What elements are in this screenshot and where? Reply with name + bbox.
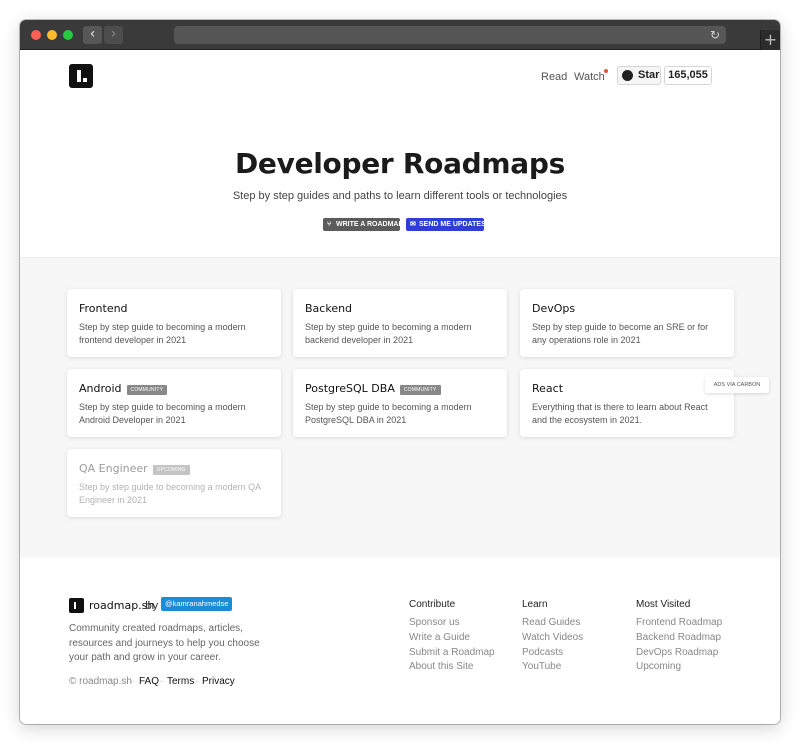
maximize-window-button[interactable] bbox=[63, 30, 73, 40]
upcoming-badge: UPCOMING bbox=[152, 465, 190, 475]
roadmap-card-android[interactable]: Android COMMUNITY Step by step guide to b… bbox=[67, 369, 281, 437]
author-handle-badge[interactable]: @kamranahmedse bbox=[161, 597, 233, 611]
card-title: PostgreSQL DBA COMMUNITY bbox=[305, 382, 441, 395]
card-description: Step by step guide to becoming a modern … bbox=[79, 482, 261, 505]
card-title: Backend bbox=[305, 302, 353, 315]
footer-column-contribute: Contribute Sponsor us Write a Guide Subm… bbox=[409, 599, 495, 675]
browser-titlebar: ‹ › ↻ + bbox=[20, 20, 780, 50]
star-label: Star bbox=[638, 69, 660, 81]
footer-link[interactable]: Submit a Roadmap bbox=[409, 646, 495, 661]
faq-link[interactable]: FAQ bbox=[139, 676, 159, 687]
write-roadmap-button[interactable]: ⑂ WRITE A ROADMAP bbox=[323, 218, 403, 231]
roadmap-logo[interactable] bbox=[69, 64, 93, 88]
column-heading: Most Visited bbox=[636, 599, 691, 610]
footer-link[interactable]: Watch Videos bbox=[522, 631, 583, 646]
roadmap-card-react[interactable]: React Everything that is there to learn … bbox=[520, 369, 734, 437]
send-updates-button[interactable]: ✉ SEND ME UPDATES bbox=[406, 218, 486, 231]
close-window-button[interactable] bbox=[31, 30, 41, 40]
roadmap-card-qa-engineer[interactable]: QA Engineer UPCOMING Step by step guide t… bbox=[67, 449, 281, 517]
card-description: Step by step guide to becoming a modern … bbox=[79, 402, 246, 425]
card-description: Step by step guide to becoming a modern … bbox=[305, 402, 472, 425]
minimize-window-button[interactable] bbox=[47, 30, 57, 40]
footer-by: by bbox=[145, 599, 159, 612]
privacy-link[interactable]: Privacy bbox=[202, 676, 235, 687]
footer-link[interactable]: About this Site bbox=[409, 660, 495, 675]
roadmap-grid: Frontend Step by step guide to becoming … bbox=[20, 257, 780, 558]
footer-link[interactable]: Podcasts bbox=[522, 646, 583, 661]
footer-link[interactable]: YouTube bbox=[522, 660, 583, 675]
footer-column-most-visited: Most Visited Frontend Roadmap Backend Ro… bbox=[636, 599, 722, 675]
forward-button[interactable]: › bbox=[104, 26, 123, 44]
new-tab-button[interactable]: + bbox=[760, 30, 780, 50]
community-badge: COMMUNITY bbox=[399, 385, 441, 395]
git-branch-icon: ⑂ bbox=[327, 221, 332, 228]
footer-link[interactable]: Write a Guide bbox=[409, 631, 495, 646]
roadmap-card-devops[interactable]: DevOps Step by step guide to become an S… bbox=[520, 289, 734, 357]
card-description: Step by step guide to becoming a modern … bbox=[79, 322, 246, 345]
separator-dot: · bbox=[160, 676, 164, 687]
github-star-button[interactable]: Star bbox=[617, 66, 661, 85]
community-badge: COMMUNITY bbox=[126, 385, 168, 395]
back-button[interactable]: ‹ bbox=[83, 26, 102, 44]
card-description: Step by step guide to become an SRE or f… bbox=[532, 322, 709, 345]
footer-link[interactable]: Backend Roadmap bbox=[636, 631, 722, 646]
terms-link[interactable]: Terms bbox=[167, 676, 194, 687]
footer-logo[interactable] bbox=[69, 598, 84, 613]
footer-link[interactable]: Read Guides bbox=[522, 616, 583, 631]
mail-icon: ✉ bbox=[410, 221, 416, 228]
card-title: Frontend bbox=[79, 302, 128, 315]
column-heading: Learn bbox=[522, 599, 548, 610]
footer-link[interactable]: Upcoming bbox=[636, 660, 722, 675]
reload-icon[interactable]: ↻ bbox=[710, 26, 720, 44]
carbon-ads-label[interactable]: ADS VIA CARBON bbox=[705, 377, 769, 393]
column-heading: Contribute bbox=[409, 599, 456, 610]
star-count[interactable]: 165,055 bbox=[664, 66, 712, 85]
card-title: QA Engineer UPCOMING bbox=[79, 462, 190, 475]
footer-link[interactable]: DevOps Roadmap bbox=[636, 646, 722, 661]
roadmap-card-backend[interactable]: Backend Step by step guide to becoming a… bbox=[293, 289, 507, 357]
page-content: Read Watch Star 165,055 Developer Roadma… bbox=[20, 51, 780, 724]
github-icon bbox=[622, 70, 633, 81]
footer-description: Community created roadmaps, articles, re… bbox=[69, 623, 260, 663]
browser-window: ‹ › ↻ + Read Watch Star 165,055 Develope… bbox=[20, 20, 780, 724]
nav-read-link[interactable]: Read bbox=[541, 71, 567, 83]
separator-dot: · bbox=[131, 676, 135, 687]
roadmap-card-frontend[interactable]: Frontend Step by step guide to becoming … bbox=[67, 289, 281, 357]
card-title: React bbox=[532, 382, 564, 395]
watch-notification-dot bbox=[604, 69, 608, 73]
footer-column-learn: Learn Read Guides Watch Videos Podcasts … bbox=[522, 599, 583, 675]
card-description: Everything that is there to learn about … bbox=[532, 402, 708, 425]
copyright-text: © roadmap.sh bbox=[69, 676, 132, 687]
roadmap-card-postgresql[interactable]: PostgreSQL DBA COMMUNITY Step by step gui… bbox=[293, 369, 507, 437]
nav-watch-link[interactable]: Watch bbox=[574, 71, 605, 83]
card-description: Step by step guide to becoming a modern … bbox=[305, 322, 472, 345]
footer-link[interactable]: Frontend Roadmap bbox=[636, 616, 722, 631]
address-bar[interactable]: ↻ bbox=[174, 26, 726, 44]
card-title: Android COMMUNITY bbox=[79, 382, 168, 395]
separator-dot: · bbox=[195, 676, 199, 687]
footer-link[interactable]: Sponsor us bbox=[409, 616, 495, 631]
page-title: Developer Roadmaps bbox=[234, 147, 565, 180]
card-title: DevOps bbox=[532, 302, 576, 315]
page-subtitle: Step by step guides and paths to learn d… bbox=[232, 190, 568, 202]
